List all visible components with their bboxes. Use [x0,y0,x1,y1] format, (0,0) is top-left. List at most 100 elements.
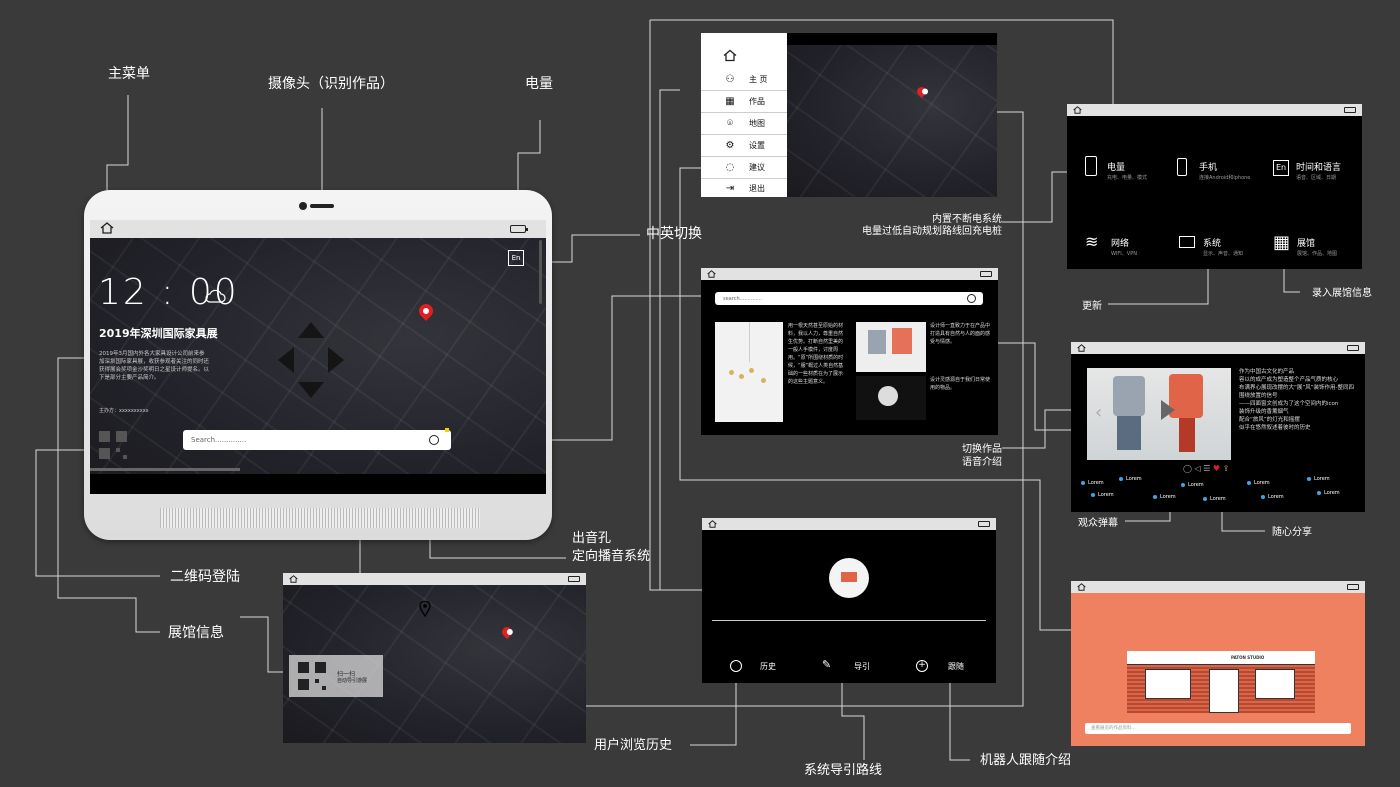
callout-power-low: 电量过低自动规划路线回充电桩 [862,226,1002,237]
work-detail-description: 作为中国古文化的产品 容以的成产成为塑造整个产品气质的核心 布满界心展现改摆的大… [1239,369,1355,431]
status-bar [701,268,998,280]
battery-icon [1347,584,1359,590]
prev-arrow-icon[interactable]: ‹ [1095,402,1102,423]
home-icon[interactable] [1077,583,1086,591]
callout-update: 更新 [1082,301,1102,312]
qr-panel[interactable]: 扫一扫 自动导引游展 [289,655,383,697]
phone-icon [1177,158,1187,176]
home-icon[interactable] [708,520,717,528]
event-title: 2019年深圳国际家具展 [99,327,218,340]
callout-history: 用户浏览历史 [594,738,673,753]
callout-lang-switch: 中英切换 [646,226,702,242]
callout-power: 内置不断电系统 [932,214,1002,225]
direction-pad-icon[interactable] [276,320,346,400]
plus-icon[interactable]: + [916,660,928,672]
media-controls[interactable]: ◯ ◁ ☰ ♥ ⇪ [1183,464,1229,473]
detail-screen: ‹ 作为中国古文化的产品 容以的成产成为塑造整个产品气质的核心 布满界心展现改摆… [1071,342,1365,512]
callout-qr-login: 二维码登陆 [170,569,240,585]
store-screen: PATON STUDIO 查看展览的作品资料... [1071,581,1365,746]
callout-speaker: 出音孔 [572,531,612,546]
divider [712,620,986,621]
search-input[interactable]: search.............. [715,292,983,305]
search-input[interactable]: Search.............. [183,430,451,450]
follow-button[interactable]: 跟随 [948,661,964,672]
grid-icon: ▦ [1273,232,1291,253]
callout-follow: 机器人跟随介绍 [980,753,1072,768]
work-detail-image[interactable] [1087,368,1231,460]
qr-code-icon[interactable] [98,430,128,460]
setting-network[interactable]: 网络 WIFI、VPN [1111,236,1137,257]
battery-icon [1347,345,1359,351]
callout-share: 随心分享 [1272,527,1312,538]
menu-item-exit[interactable]: ⇥ 退出 [701,177,787,197]
callout-hall-info: 展馆信息 [168,625,224,641]
home-icon[interactable] [1073,106,1082,114]
guide-button[interactable]: 导引 [854,661,870,672]
danmaku-item: Lorem [1317,490,1340,496]
bottom-bar [90,474,546,494]
store-illustration: PATON STUDIO [1127,651,1315,713]
side-menu: ⚇ 主 页 ▦ 作品 ⌾ 地图 ⚙ 设置 ◌ 建议 ⇥ 退出 [701,33,787,197]
callout-danmaku: 观众弹幕 [1078,518,1118,529]
exit-icon: ⇥ [725,182,735,194]
monitor-icon [1179,236,1195,248]
language-icon: En [1273,160,1289,176]
robot-avatar[interactable] [829,558,869,598]
danmaku-item: Lorem [1081,480,1104,486]
menu-item-suggest[interactable]: ◌ 建议 [701,157,787,179]
callout-battery: 电量 [525,76,553,92]
callout-guide: 系统导引路线 [804,763,883,778]
search-icon[interactable] [429,435,439,445]
map-pin-icon: ⌾ [727,118,733,129]
work-image-dark[interactable] [856,376,926,420]
danmaku-item: Lorem [1153,494,1176,500]
battery-setting-icon [1085,156,1097,176]
work-image-lamp[interactable] [715,322,783,422]
home-icon[interactable] [707,270,716,278]
qr-screen: 扫一扫 自动导引游展 [283,573,586,743]
setting-hall[interactable]: 展馆 展馆、作品、地图 [1297,236,1337,257]
lang-switch-icon[interactable]: En [508,250,524,266]
work-image-chair[interactable] [856,322,926,372]
home-icon[interactable] [723,49,737,62]
setting-system[interactable]: 系统 显示、声音、通知 [1203,236,1243,257]
status-bar [283,573,586,585]
gear-icon: ⚙ [725,140,735,151]
danmaku-item: Lorem [1119,476,1142,482]
menu-item-works[interactable]: ▦ 作品 [701,91,787,113]
battery-icon [980,271,992,277]
callout-enter-hall: 录入展馆信息 [1312,288,1372,299]
guide-screen: 历史 ✎ 导引 + 跟随 [702,518,996,683]
setting-phone[interactable]: 手机 连接Android和iphone [1199,160,1250,181]
heart-icon[interactable]: ♥ [1213,464,1220,473]
grid-icon: ▦ [725,96,735,107]
works-screen: search.............. 用一根天然甚至原始的材料，我以人力，尊… [701,268,998,435]
home-icon[interactable] [1077,344,1086,352]
map-pin-icon [419,601,431,617]
callout-voice-intro: 语音介绍 [962,457,1002,468]
menu-item-settings[interactable]: ⚙ 设置 [701,135,787,157]
danmaku-item: Lorem [1203,496,1226,502]
home-icon[interactable] [289,575,298,583]
settings-screen: 电量 充电、电量、模式 手机 连接Android和iphone En 时间和语言 语音… [1067,104,1362,269]
play-icon[interactable] [1161,400,1175,420]
status-bar [1071,581,1365,593]
menu-item-home[interactable]: ⚇ 主 页 [701,69,787,91]
store-input[interactable]: 查看展览的作品资料... [1085,723,1351,734]
wifi-icon: ≋ [1085,232,1099,251]
home-icon[interactable] [100,222,114,234]
menu-item-map[interactable]: ⌾ 地图 [701,113,787,135]
battery-icon [568,576,580,582]
clock-icon[interactable] [730,660,742,672]
setting-battery[interactable]: 电量 充电、电量、模式 [1107,160,1147,181]
user-icon: ⚇ [725,74,735,85]
setting-time-language[interactable]: 时间和语言 语音、区域、日期 [1296,160,1341,181]
top-strip [787,33,997,45]
scrollbar[interactable] [539,240,542,304]
compass-icon[interactable]: ✎ [822,658,831,671]
danmaku-item: Lorem [1247,480,1270,486]
battery-icon [978,521,990,527]
search-icon[interactable] [967,294,976,303]
status-bar [90,220,546,238]
history-button[interactable]: 历史 [760,661,776,672]
